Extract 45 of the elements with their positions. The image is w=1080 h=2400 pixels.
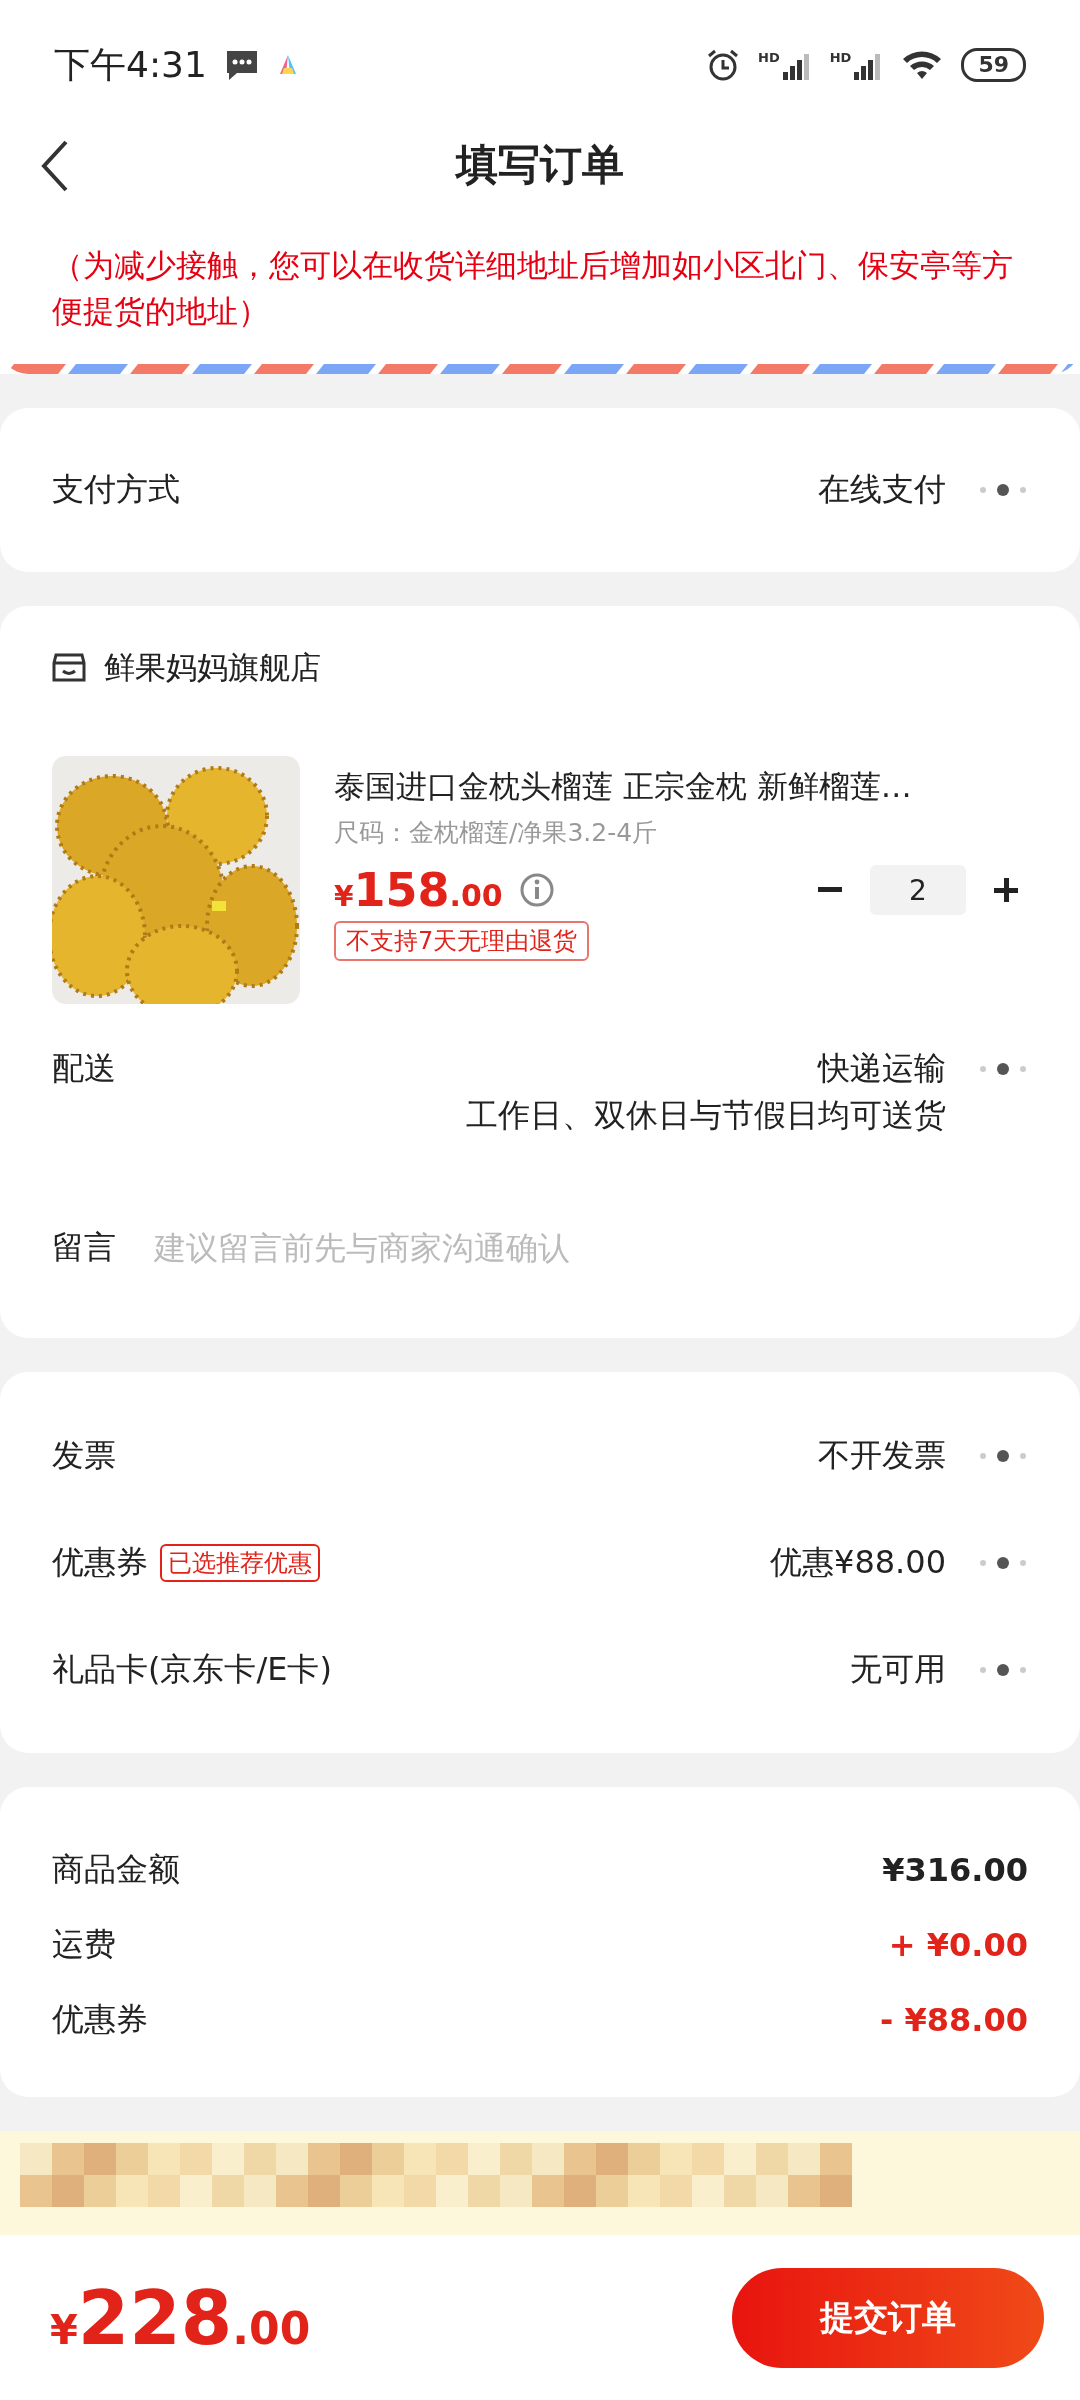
return-policy-tag: 不支持7天无理由退货 — [334, 921, 590, 961]
minus-icon[interactable] — [818, 887, 842, 893]
submit-order-button[interactable]: 提交订单 — [732, 2267, 1044, 2368]
option-label: 发票 — [52, 1434, 116, 1476]
more-icon[interactable] — [978, 1448, 1028, 1463]
address-notice: （为减少接触，您可以在收货详细地址后增加如小区北门、保安亭等方便提货的地址） — [52, 246, 1014, 331]
network-label: HD — [758, 50, 780, 65]
message-icon — [224, 49, 259, 81]
coupon-badge: 已选推荐优惠 — [160, 1543, 320, 1582]
option-value[interactable]: 不开发票 — [818, 1433, 946, 1478]
more-icon[interactable] — [978, 1555, 1028, 1570]
summary-value: + ¥0.00 — [888, 1925, 1028, 1964]
option-value[interactable]: 优惠¥88.00 — [770, 1540, 946, 1585]
product-spec: 尺码：金枕榴莲/净果3.2-4斤 — [334, 817, 659, 849]
option-value[interactable]: 无可用 — [850, 1647, 946, 1692]
more-icon[interactable] — [978, 483, 1028, 497]
quantity-field[interactable]: 2 — [870, 865, 966, 915]
more-icon[interactable] — [978, 1662, 1028, 1677]
page-title: 填写订单 — [456, 139, 624, 191]
more-icon[interactable] — [978, 1062, 1028, 1076]
plus-icon[interactable] — [994, 878, 1018, 902]
battery-level: 59 — [961, 48, 1026, 82]
summary-label: 运费 — [52, 1923, 116, 1965]
product-price: ¥158.00 — [334, 863, 503, 917]
option-label: 优惠券 — [52, 1541, 148, 1583]
delivery-value[interactable]: 快递运输 — [818, 1047, 946, 1091]
info-icon[interactable] — [518, 872, 555, 908]
store-name[interactable]: 鲜果妈妈旗舰店 — [104, 647, 321, 689]
payment-value[interactable]: 在线支付 — [818, 468, 946, 512]
payment-label: 支付方式 — [52, 469, 180, 510]
option-label: 礼品卡(京东卡/E卡) — [52, 1648, 332, 1690]
wifi-icon — [901, 49, 944, 81]
summary-value: ¥316.00 — [882, 1850, 1028, 1889]
store-icon — [52, 652, 86, 684]
summary-value: - ¥88.00 — [880, 2000, 1028, 2039]
product-title: 泰国进口金枕头榴莲 正宗金枕 新鲜榴莲… — [334, 767, 913, 806]
network-label: HD — [829, 50, 852, 65]
delivery-label: 配送 — [52, 1048, 116, 1089]
alarm-icon — [706, 48, 741, 82]
status-time: 下午4:31 — [54, 42, 207, 87]
message-label: 留言 — [52, 1227, 116, 1268]
summary-label: 商品金额 — [52, 1848, 180, 1890]
summary-label: 优惠券 — [52, 1998, 148, 2040]
total-price: ¥228.00 — [50, 2274, 311, 2361]
delivery-note: 工作日、双休日与节假日均可送货 — [466, 1095, 946, 1136]
